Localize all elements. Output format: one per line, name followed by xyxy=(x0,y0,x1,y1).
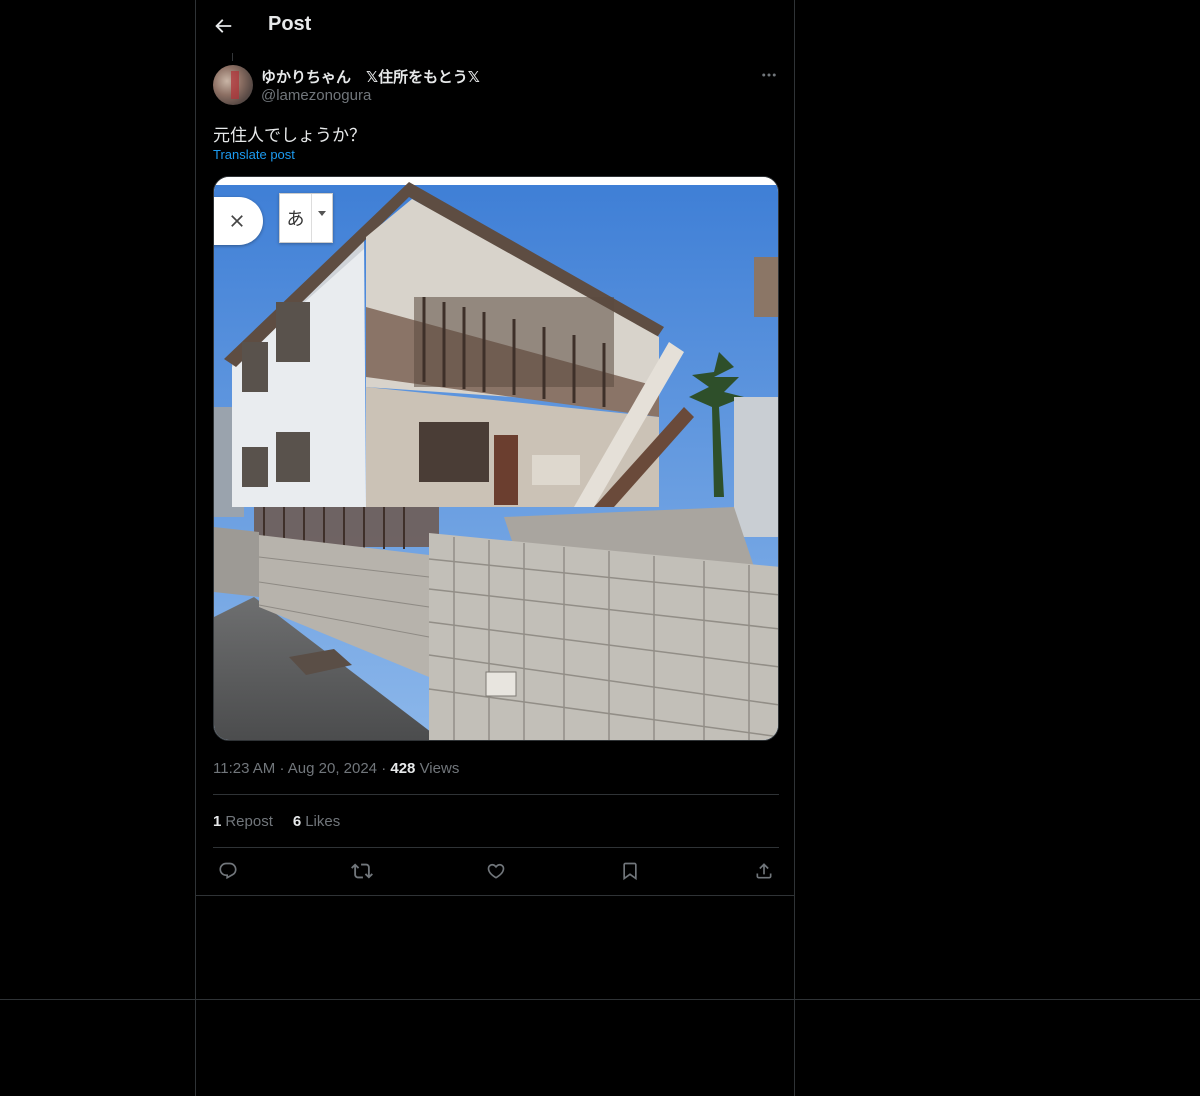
reposts-stat[interactable]: 1 Repost xyxy=(213,813,273,830)
post-header: Post xyxy=(196,0,794,53)
arrow-left-icon[interactable] xyxy=(212,15,234,37)
thread-connector xyxy=(232,53,233,61)
chevron-down-icon[interactable] xyxy=(312,194,332,242)
avatar[interactable] xyxy=(213,65,253,105)
ime-toolbar[interactable]: あ xyxy=(279,193,333,243)
more-dots-icon[interactable] xyxy=(756,62,782,88)
reply-icon[interactable] xyxy=(215,858,241,884)
divider xyxy=(213,847,779,848)
primary-column: Post ゆかりちゃん 𝕏住所をもとう𝕏 @lamezonogura 元住人でし… xyxy=(195,0,795,1096)
likes-label: Likes xyxy=(305,813,341,830)
post-time[interactable]: 11:23 AM xyxy=(213,760,275,777)
action-bar xyxy=(213,858,779,884)
ime-mode-label[interactable]: あ xyxy=(280,194,312,242)
page-title: Post xyxy=(268,13,312,35)
views-label: Views xyxy=(419,760,460,777)
bookmark-icon[interactable] xyxy=(617,858,643,884)
post-bottom-border xyxy=(196,895,794,896)
likes-stat[interactable]: 6 Likes xyxy=(293,813,340,830)
post-date[interactable]: Aug 20, 2024 xyxy=(288,760,377,777)
likes-count: 6 xyxy=(292,813,302,830)
author-display-name[interactable]: ゆかりちゃん 𝕏住所をもとう𝕏 xyxy=(261,66,480,87)
close-icon[interactable] xyxy=(214,197,263,245)
post-meta: 11:23 AM · Aug 20, 2024 · 428 Views xyxy=(213,760,459,777)
engagement-stats: 1 Repost 6 Likes xyxy=(213,813,340,830)
post-text: 元住人でしょうか？ xyxy=(213,126,366,145)
post-image[interactable]: あ xyxy=(213,176,779,741)
apartment-street-photo xyxy=(214,177,778,740)
divider xyxy=(213,794,779,795)
repost-icon[interactable] xyxy=(349,858,375,884)
share-icon[interactable] xyxy=(751,858,777,884)
reposts-count: 1 xyxy=(213,813,222,830)
heart-icon[interactable] xyxy=(483,858,509,884)
views-count: 428 xyxy=(390,760,416,777)
meta-separator: · xyxy=(381,760,387,777)
reposts-label: Repost xyxy=(225,813,273,830)
author-handle[interactable]: @lamezonogura xyxy=(261,87,371,104)
translate-post-link[interactable]: Translate post xyxy=(213,147,295,162)
meta-separator: · xyxy=(279,760,285,777)
